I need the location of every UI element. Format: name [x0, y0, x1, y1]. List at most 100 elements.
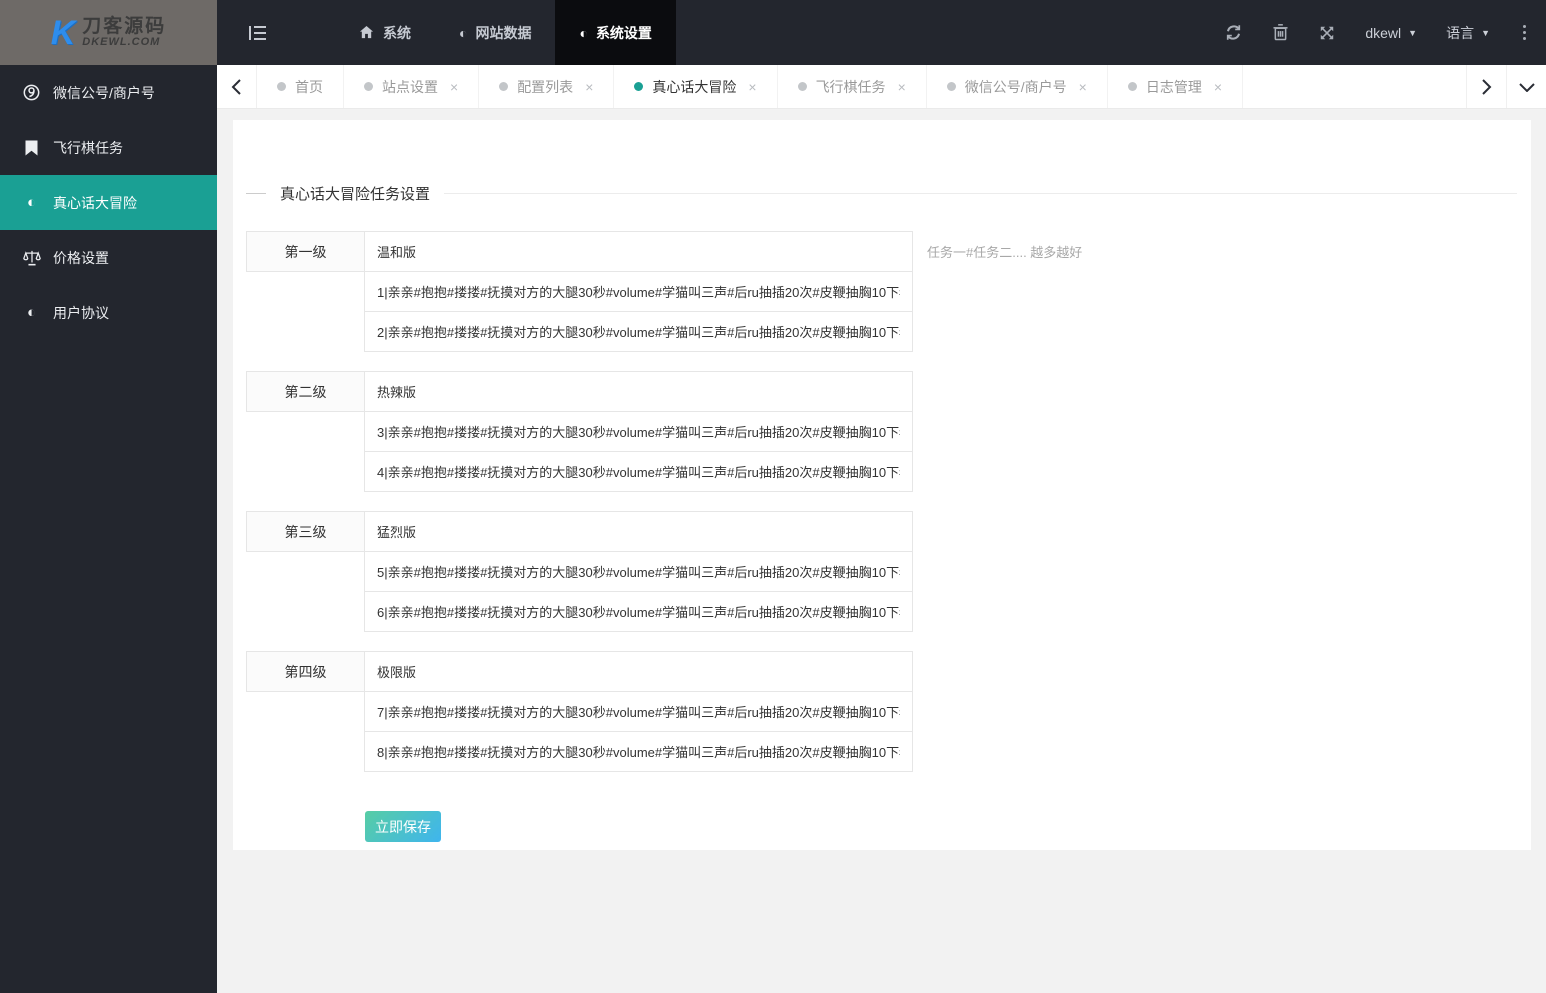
task-list-input[interactable] [364, 411, 913, 452]
sidebar-item-label: 飞行棋任务 [53, 139, 123, 156]
tab-label: 微信公号/商户号 [964, 78, 1067, 95]
tab-log-management[interactable]: 日志管理 × [1108, 65, 1244, 108]
topnav-item-site-data[interactable]: ◐ 网站数据 [435, 0, 555, 65]
tab-dot [1127, 82, 1137, 91]
sidebar-item-price-settings[interactable]: 价格设置 [0, 230, 217, 285]
topnav-item-label: 系统设置 [595, 24, 652, 41]
close-icon[interactable]: × [898, 79, 906, 95]
close-icon[interactable]: × [1214, 79, 1222, 95]
topbar: K 刀客源码 DKEWL.COM 系统 ◐ 网站数据 ◐ 系统设置 dkewl … [0, 0, 1546, 65]
task-list-input[interactable] [364, 691, 913, 732]
level-label: 第三级 [246, 511, 365, 552]
logo: K 刀客源码 DKEWL.COM [0, 0, 217, 65]
sidebar-item-flight-chess-tasks[interactable]: 飞行棋任务 [0, 120, 217, 175]
tab-label: 日志管理 [1145, 78, 1202, 95]
task-list-input[interactable] [364, 731, 913, 772]
refresh-icon[interactable] [1224, 24, 1242, 42]
more-options-icon[interactable] [1519, 25, 1530, 40]
topnav-item-label: 网站数据 [475, 24, 532, 41]
close-icon[interactable]: × [585, 79, 593, 95]
title-dash [246, 193, 266, 194]
close-icon[interactable]: × [450, 79, 458, 95]
tabs-scroll-right-button[interactable] [1466, 65, 1506, 108]
tab-site-settings[interactable]: 站点设置 × [344, 65, 480, 108]
tabs-scroll-left-button[interactable] [217, 65, 257, 108]
close-icon[interactable]: × [1079, 79, 1087, 95]
fullscreen-icon[interactable] [1318, 24, 1336, 42]
topnav-item-label: 系统 [383, 24, 411, 41]
task-list-input[interactable] [364, 271, 913, 312]
tabbar-spacer [1243, 65, 1466, 108]
tab-dot [277, 82, 286, 91]
task-group-level-4: 第四级 [246, 651, 1531, 772]
task-settings-form: 第一级 任务一#任务二.... 越多越好 第二级 [246, 231, 1531, 842]
tab-flight-chess-tasks[interactable]: 飞行棋任务 × [778, 65, 927, 108]
sidebar-item-wechat-account[interactable]: 微信公号/商户号 [0, 65, 217, 120]
topnav-item-system-settings[interactable]: ◐ 系统设置 [555, 0, 676, 65]
sidebar-item-label: 微信公号/商户号 [53, 84, 155, 101]
menu-fold-icon [249, 24, 267, 42]
task-group-level-2: 第二级 [246, 371, 1531, 492]
trash-icon[interactable] [1271, 24, 1289, 42]
content-panel: 真心话大冒险任务设置 第一级 任务一#任务二.... 越多越好 [233, 120, 1531, 850]
tabs-menu-button[interactable] [1506, 65, 1546, 108]
tab-wechat-account[interactable]: 微信公号/商户号 × [927, 65, 1108, 108]
bookmark-icon [22, 140, 41, 156]
tab-bar: 首页 站点设置 × 配置列表 × 真心话大冒险 × 飞行棋任务 × 微信公号/商… [217, 65, 1546, 109]
tab-label: 真心话大冒险 [652, 78, 737, 95]
topbar-right: dkewl ▼ 语言 ▼ [1224, 0, 1546, 65]
language-label: 语言 [1446, 24, 1475, 41]
tab-dot [634, 82, 644, 91]
tab-truth-or-dare[interactable]: 真心话大冒险 × [614, 65, 778, 108]
half-circle-icon: ◐ [579, 24, 588, 41]
user-menu[interactable]: dkewl ▼ [1365, 25, 1417, 41]
tab-label: 站点设置 [382, 78, 438, 95]
level-label: 第一级 [246, 231, 365, 272]
tab-label: 首页 [295, 78, 323, 95]
tab-label: 飞行棋任务 [815, 78, 886, 95]
version-name-input[interactable] [364, 511, 913, 552]
tab-dot [499, 82, 509, 91]
half-circle-icon: ◐ [459, 24, 468, 41]
tab-config-list[interactable]: 配置列表 × [479, 65, 615, 108]
chevron-down-icon: ▼ [1481, 27, 1490, 38]
sidebar-item-truth-or-dare[interactable]: ◐ 真心话大冒险 [0, 175, 217, 230]
task-list-input[interactable] [364, 451, 913, 492]
task-list-input[interactable] [364, 551, 913, 592]
home-icon [357, 24, 375, 42]
title-rule [444, 193, 1517, 194]
close-icon[interactable]: × [748, 79, 756, 95]
task-group-level-1: 第一级 任务一#任务二.... 越多越好 [246, 231, 1531, 352]
task-format-hint: 任务一#任务二.... 越多越好 [927, 245, 1083, 260]
save-button[interactable]: 立即保存 [365, 811, 441, 842]
language-menu[interactable]: 语言 ▼ [1446, 23, 1490, 43]
logo-mark: K [50, 13, 76, 52]
task-group-level-3: 第三级 [246, 511, 1531, 632]
sidebar-item-label: 真心话大冒险 [53, 194, 137, 211]
tab-dot [797, 82, 807, 91]
version-name-input[interactable] [364, 231, 913, 272]
tab-home[interactable]: 首页 [257, 65, 344, 108]
version-name-input[interactable] [364, 651, 913, 692]
page-title: 真心话大冒险任务设置 [280, 186, 431, 203]
version-name-input[interactable] [364, 371, 913, 412]
wechat-account-icon [22, 84, 41, 101]
tab-dot [946, 82, 956, 91]
top-nav: 系统 ◐ 网站数据 ◐ 系统设置 [217, 0, 676, 65]
panel-title-row: 真心话大冒险任务设置 [246, 120, 1517, 204]
task-list-input[interactable] [364, 591, 913, 632]
logo-domain: DKEWL.COM [82, 35, 161, 48]
scales-icon [22, 250, 41, 266]
logo-brand: 刀客源码 [82, 15, 167, 37]
sidebar: 微信公号/商户号 飞行棋任务 ◐ 真心话大冒险 价格设置 ◐ 用户协议 [0, 65, 217, 993]
sidebar-item-user-agreement[interactable]: ◐ 用户协议 [0, 285, 217, 340]
sidebar-item-label: 用户协议 [53, 304, 109, 321]
level-label: 第二级 [246, 371, 365, 412]
menu-toggle-button[interactable] [217, 0, 299, 65]
half-circle-icon: ◐ [26, 304, 37, 321]
user-name: dkewl [1365, 24, 1402, 41]
task-list-input[interactable] [364, 311, 913, 352]
tab-dot [364, 82, 373, 91]
topnav-item-system[interactable]: 系统 [333, 0, 435, 65]
page-background: 真心话大冒险任务设置 第一级 任务一#任务二.... 越多越好 [217, 109, 1546, 993]
